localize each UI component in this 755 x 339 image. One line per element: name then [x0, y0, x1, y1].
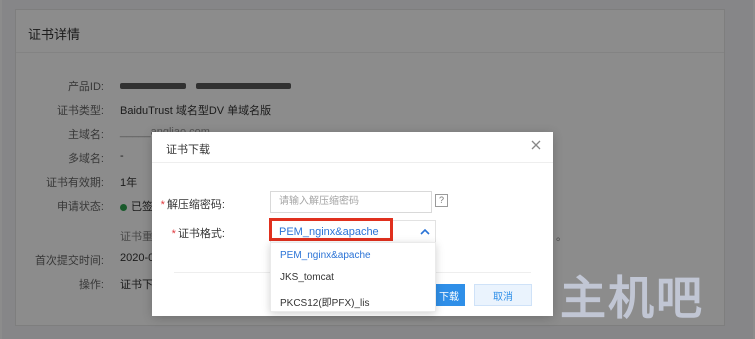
cancel-button[interactable]: 取消: [474, 284, 532, 306]
format-label-text: 证书格式:: [177, 228, 225, 240]
download-button[interactable]: 下载: [433, 284, 465, 306]
password-input[interactable]: [271, 192, 429, 210]
dialog-header: 证书下载: [152, 132, 553, 163]
annotation-highlight-box: [269, 218, 393, 241]
watermark: 主机吧: [560, 271, 704, 325]
password-label-text: 解压缩密码:: [166, 199, 225, 211]
format-dropdown-menu: PEM_nginx&apache JKS_tomcat PKCS12(即PFX)…: [270, 242, 436, 312]
close-icon[interactable]: [528, 137, 544, 153]
dropdown-option[interactable]: PKCS12(即PFX)_lis: [280, 294, 369, 309]
required-mark: *: [171, 228, 176, 240]
password-label: * 解压缩密码:: [161, 196, 225, 212]
chevron-up-icon[interactable]: [418, 225, 432, 239]
password-field[interactable]: [270, 191, 432, 213]
dropdown-option[interactable]: PEM_nginx&apache: [280, 250, 371, 261]
dialog-title: 证书下载: [166, 144, 210, 156]
required-mark: *: [160, 199, 165, 211]
dropdown-option[interactable]: JKS_tomcat: [280, 272, 334, 283]
format-label: * 证书格式:: [172, 225, 225, 241]
help-icon[interactable]: ?: [435, 194, 448, 207]
